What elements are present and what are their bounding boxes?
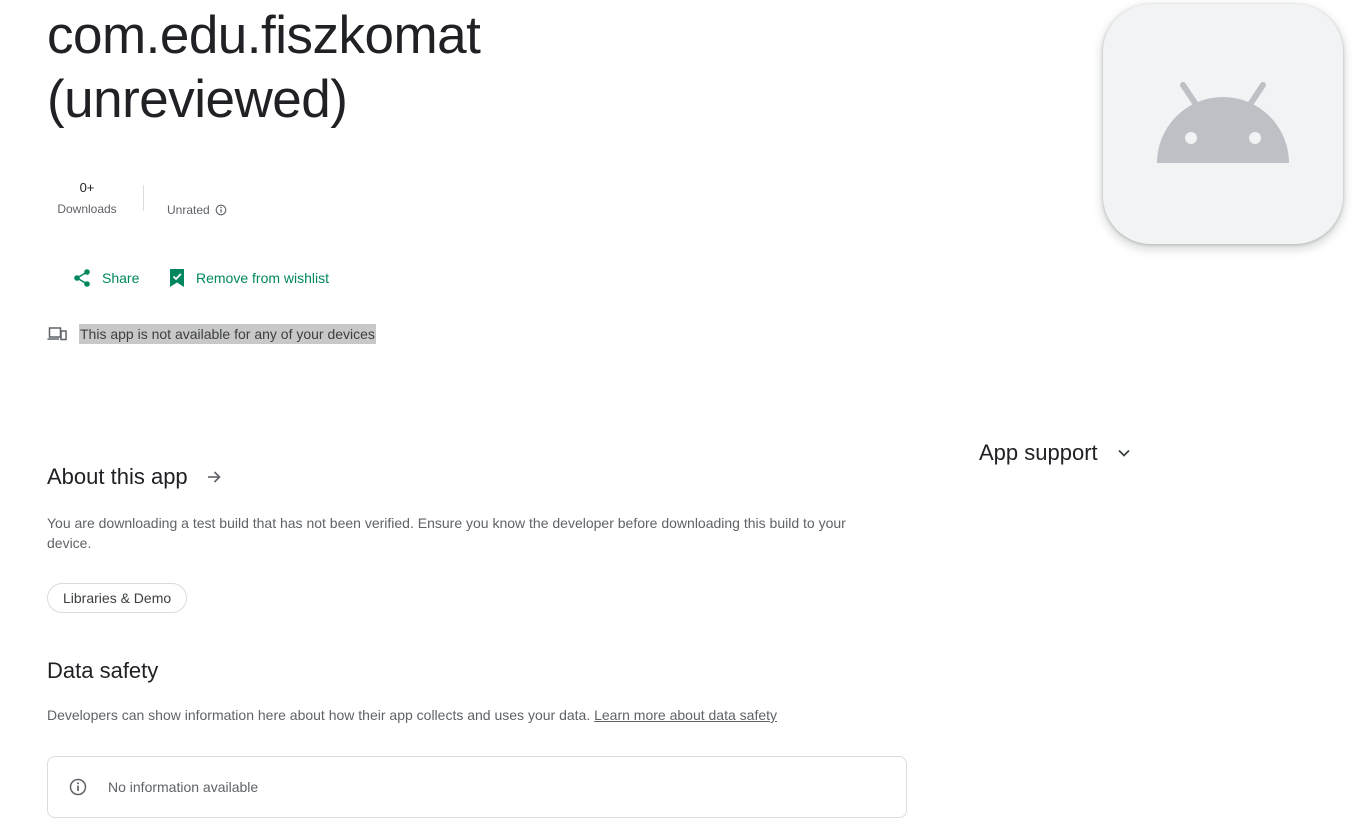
data-safety-title: Data safety xyxy=(47,658,159,683)
wishlist-label: Remove from wishlist xyxy=(196,270,330,286)
downloads-value: 0+ xyxy=(79,180,95,195)
data-safety-description: Developers can show information here abo… xyxy=(47,705,947,725)
device-availability: This app is not available for any of you… xyxy=(47,324,376,344)
rating-label: Unrated xyxy=(167,203,210,217)
chevron-down-icon xyxy=(1118,449,1130,457)
app-title: com.edu.fiszkomat (unreviewed) xyxy=(47,4,747,132)
share-icon xyxy=(74,269,90,287)
downloads-label: Downloads xyxy=(57,202,117,216)
devices-icon xyxy=(47,327,67,341)
info-icon xyxy=(69,778,87,796)
app-icon xyxy=(1103,4,1343,244)
android-icon xyxy=(1157,82,1289,163)
bookmark-check-icon xyxy=(170,269,184,287)
about-this-app-header[interactable]: About this app xyxy=(47,463,222,491)
share-button[interactable]: Share xyxy=(72,264,139,292)
app-title-line2: (unreviewed) xyxy=(47,70,348,129)
share-label: Share xyxy=(102,270,140,286)
stat-divider xyxy=(143,185,144,211)
app-support-toggle[interactable]: App support xyxy=(979,439,1132,467)
category-chip[interactable]: Libraries & Demo xyxy=(47,583,188,613)
remove-from-wishlist-button[interactable]: Remove from wishlist xyxy=(168,264,329,292)
rating-stat: Unrated xyxy=(167,200,227,220)
data-safety-text: Developers can show information here abo… xyxy=(47,707,591,723)
learn-more-link[interactable]: Learn more about data safety xyxy=(594,707,777,723)
data-safety-info-box: No information available xyxy=(47,756,907,818)
no-information-text: No information available xyxy=(108,779,259,795)
app-title-line1: com.edu.fiszkomat xyxy=(47,6,481,65)
downloads-stat: 0+ Downloads xyxy=(47,178,127,220)
about-description: You are downloading a test build that ha… xyxy=(47,515,846,551)
info-icon[interactable] xyxy=(215,204,227,216)
arrow-right-icon xyxy=(207,471,221,483)
about-title: About this app xyxy=(47,464,188,489)
availability-text: This app is not available for any of you… xyxy=(79,324,376,344)
app-support-title: App support xyxy=(979,440,1098,465)
